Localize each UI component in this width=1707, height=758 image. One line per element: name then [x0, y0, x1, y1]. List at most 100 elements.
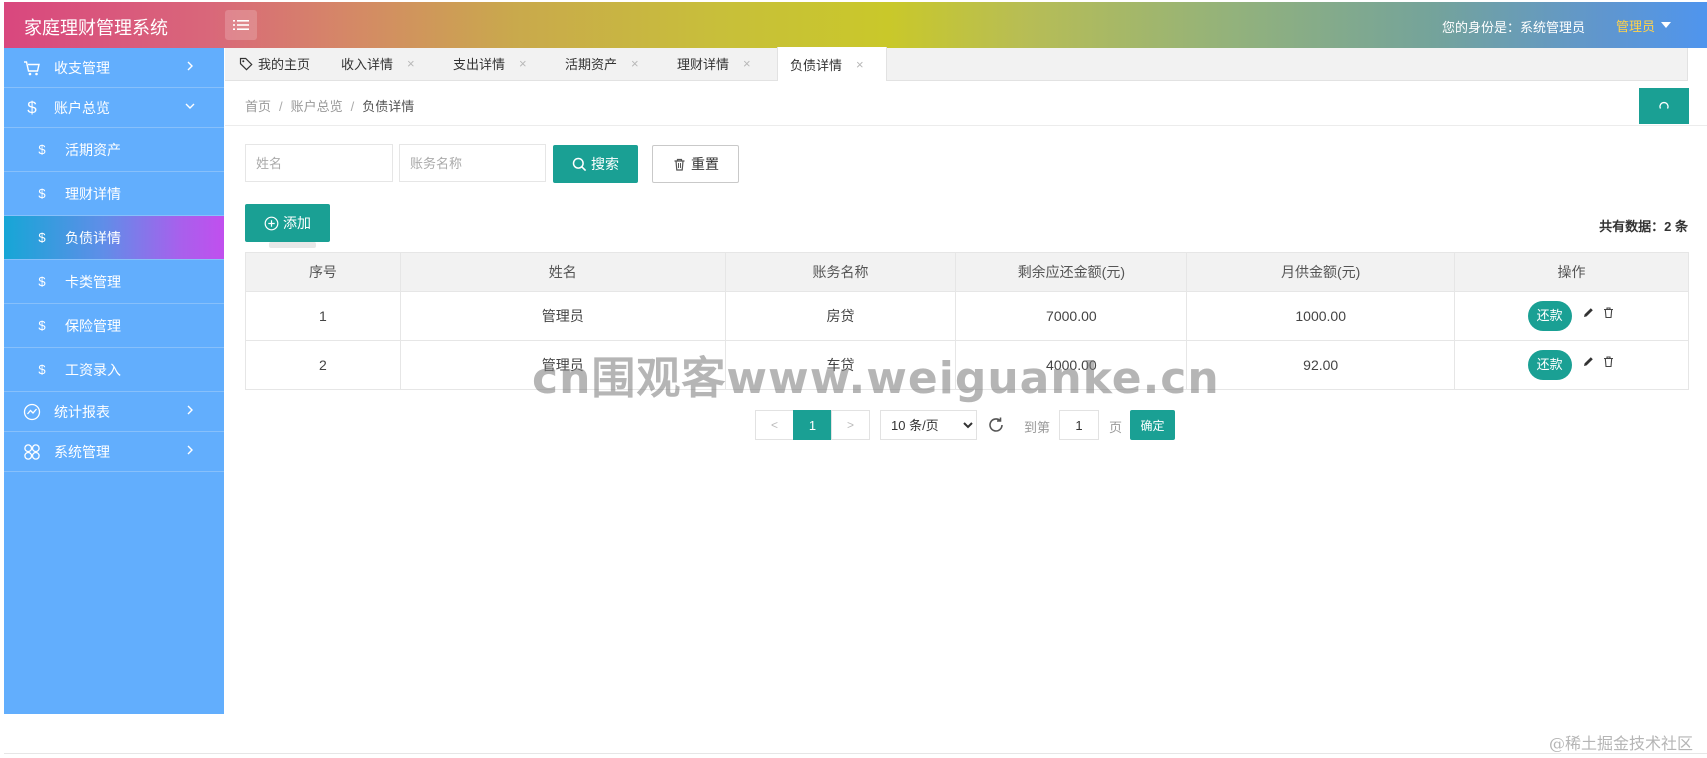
- sidebar-item-label: 负债详情: [65, 229, 121, 246]
- refresh-icon[interactable]: [986, 415, 1006, 435]
- plus-circle-icon: [264, 216, 279, 230]
- tab-liabilities[interactable]: 负债详情 ×: [777, 47, 887, 81]
- dollar-icon: $: [38, 318, 46, 333]
- dollar-icon: $: [38, 362, 46, 377]
- menu-icon: [233, 20, 249, 30]
- top-header: 家庭理财管理系统 您的身份是：系统管理员 管理员: [4, 2, 1707, 48]
- column-header[interactable]: 剩余应还金额(元): [955, 252, 1188, 292]
- sidebar-group-income-expense[interactable]: 收支管理: [4, 48, 224, 88]
- cart-icon: [22, 58, 42, 78]
- tab-bar: 我的主页 收入详情 × 支出详情 × 活期资产 × 理财详情 × 负债详情 ×: [225, 47, 1707, 81]
- sidebar-item-investments[interactable]: $ 理财详情: [4, 172, 224, 216]
- account-search-input[interactable]: [399, 144, 546, 182]
- edit-icon[interactable]: [1582, 355, 1595, 368]
- column-header: 操作: [1454, 252, 1689, 292]
- name-search-input[interactable]: [245, 144, 393, 182]
- tab-label: 支出详情: [453, 57, 506, 72]
- goto-label: 到第: [1024, 420, 1051, 435]
- next-page-button[interactable]: >: [831, 410, 870, 440]
- page-size-select[interactable]: 10 条/页 20 条/页 30 条/页: [880, 410, 977, 440]
- menu-toggle-button[interactable]: [225, 10, 257, 40]
- tab-label: 负债详情: [790, 57, 843, 73]
- flower-icon: [22, 442, 42, 462]
- close-icon[interactable]: ×: [856, 57, 864, 72]
- breadcrumb-parent[interactable]: 账户总览: [291, 99, 343, 114]
- refresh-icon: [1659, 101, 1669, 109]
- trash-icon[interactable]: [1602, 306, 1615, 319]
- cell-monthly: 92.00: [1186, 340, 1456, 390]
- tab-label: 活期资产: [565, 57, 618, 72]
- search-button[interactable]: 搜索: [553, 145, 638, 183]
- column-header[interactable]: 序号: [245, 252, 401, 292]
- breadcrumb-current: 负债详情: [362, 99, 415, 114]
- close-icon[interactable]: ×: [631, 56, 639, 71]
- cell-remaining: 7000.00: [955, 291, 1188, 341]
- tab-income[interactable]: 收入详情 ×: [329, 47, 441, 80]
- sidebar-item-liabilities[interactable]: $ 负债详情: [4, 216, 224, 260]
- chevron-right-icon: [187, 445, 193, 455]
- reset-button-label: 重置: [691, 156, 719, 172]
- repay-button[interactable]: 还款: [1527, 301, 1572, 331]
- column-header[interactable]: 账务名称: [724, 252, 957, 292]
- breadcrumb-home[interactable]: 首页: [245, 99, 271, 114]
- breadcrumb: 首页 / 账户总览 / 负债详情: [245, 96, 414, 115]
- breadcrumb-separator: /: [350, 99, 355, 114]
- column-header[interactable]: 姓名: [399, 252, 726, 292]
- sidebar-group-system[interactable]: 系统管理: [4, 432, 224, 472]
- search-button-label: 搜索: [591, 156, 619, 172]
- dollar-icon: $: [38, 142, 46, 157]
- cell-account: 房贷: [724, 291, 957, 341]
- close-icon[interactable]: ×: [407, 56, 415, 71]
- trash-icon: [674, 158, 685, 171]
- tab-label: 我的主页: [258, 57, 311, 72]
- breadcrumb-separator: /: [279, 99, 283, 114]
- tab-home[interactable]: 我的主页: [225, 47, 329, 80]
- goto-page-input[interactable]: [1059, 410, 1099, 440]
- add-button-tooltip-shadow: [269, 242, 316, 248]
- close-icon[interactable]: ×: [743, 56, 751, 71]
- column-header[interactable]: 月供金额(元): [1186, 252, 1456, 292]
- sidebar-item-current-assets[interactable]: $ 活期资产: [4, 128, 224, 172]
- tab-current-assets[interactable]: 活期资产 ×: [553, 47, 665, 80]
- dollar-icon: $: [38, 186, 46, 201]
- dollar-icon: $: [38, 274, 46, 289]
- sidebar-group-label: 收支管理: [54, 59, 110, 76]
- prev-page-button[interactable]: <: [755, 410, 794, 440]
- sidebar-group-label: 账户总览: [54, 99, 110, 116]
- tab-investments[interactable]: 理财详情 ×: [665, 47, 777, 80]
- trash-icon[interactable]: [1602, 355, 1615, 368]
- sidebar-item-cards[interactable]: $ 卡类管理: [4, 260, 224, 304]
- add-button-label: 添加: [283, 215, 311, 231]
- repay-button[interactable]: 还款: [1527, 350, 1572, 380]
- sidebar-item-salary[interactable]: $ 工资录入: [4, 348, 224, 392]
- table-header-row: 序号 姓名 账务名称 剩余应还金额(元) 月供金额(元) 操作: [245, 252, 1689, 292]
- goto-confirm-button[interactable]: 确定: [1130, 410, 1175, 440]
- chart-circle-icon: [22, 402, 42, 422]
- app-title: 家庭理财管理系统: [24, 18, 168, 38]
- table-row: 1 管理员 房贷 7000.00 1000.00 还款: [245, 291, 1689, 341]
- tab-label: 收入详情: [341, 57, 394, 72]
- refresh-button[interactable]: [1639, 88, 1689, 124]
- cell-no: 2: [245, 340, 401, 390]
- user-name: 管理员: [1615, 19, 1655, 34]
- close-icon[interactable]: ×: [519, 56, 527, 71]
- chevron-right-icon: [187, 61, 193, 71]
- sidebar-item-label: 活期资产: [65, 141, 121, 158]
- user-menu[interactable]: 管理员: [1616, 16, 1671, 35]
- watermark-text: cn围观客www.weiguanke.cn: [532, 353, 1220, 404]
- dollar-icon: $: [38, 230, 46, 245]
- sidebar-group-reports[interactable]: 统计报表: [4, 392, 224, 432]
- caret-down-icon: [1661, 21, 1671, 28]
- tag-icon: [239, 57, 253, 71]
- tab-label: 理财详情: [677, 57, 730, 72]
- edit-icon[interactable]: [1582, 306, 1595, 319]
- chevron-down-icon: [185, 103, 195, 109]
- cell-name: 管理员: [399, 291, 726, 341]
- reset-button[interactable]: 重置: [652, 145, 739, 183]
- cell-actions: 还款: [1454, 291, 1689, 341]
- current-page[interactable]: 1: [793, 410, 832, 440]
- tab-expense[interactable]: 支出详情 ×: [441, 47, 553, 80]
- sidebar-group-accounts[interactable]: $ 账户总览: [4, 88, 224, 128]
- add-button[interactable]: 添加: [245, 204, 330, 242]
- sidebar-item-insurance[interactable]: $ 保险管理: [4, 304, 224, 348]
